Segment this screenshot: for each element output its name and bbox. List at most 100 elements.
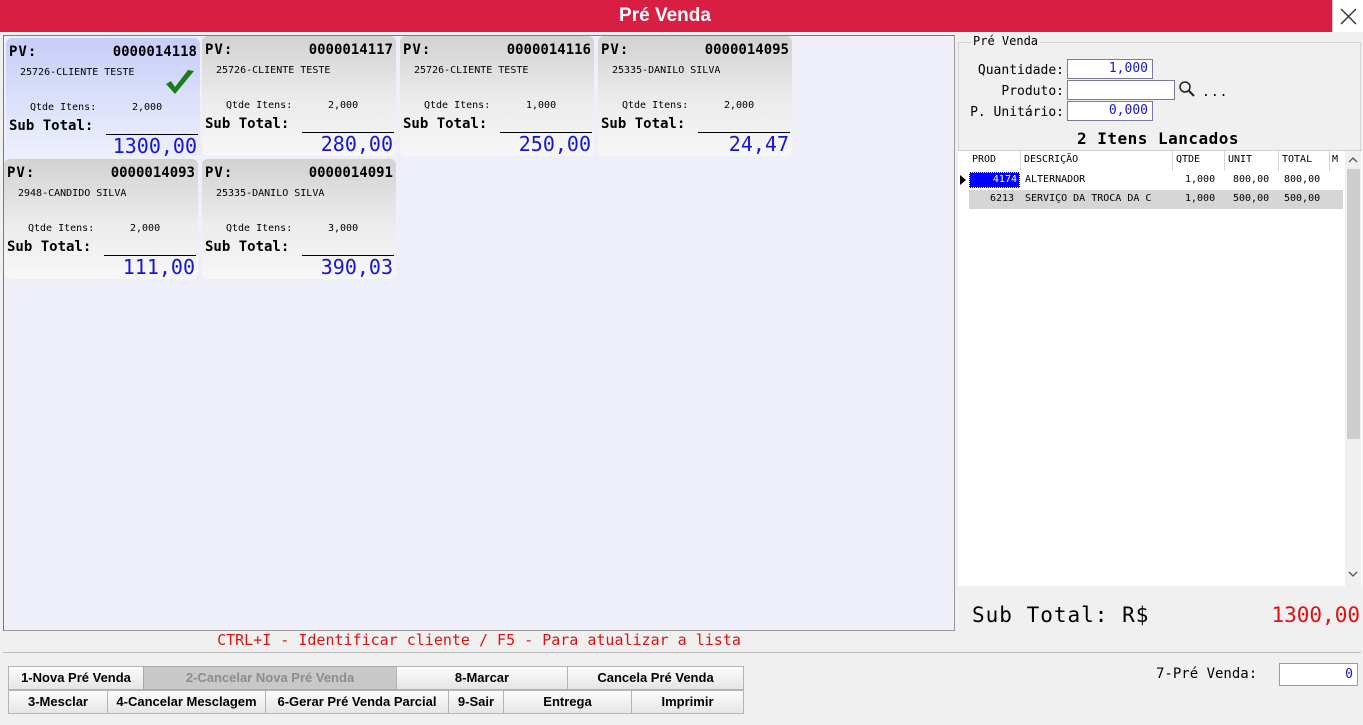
mesclar-button[interactable]: 3-Mesclar xyxy=(8,690,108,714)
pv-number: 0000014095 xyxy=(704,42,789,58)
cancela-pre-venda-button[interactable]: Cancela Pré Venda xyxy=(567,666,744,690)
sub-total-value: 1300,00 xyxy=(1271,603,1360,627)
unitario-label: P. Unitário: xyxy=(970,105,1064,120)
column-header-total[interactable]: TOTAL xyxy=(1282,154,1312,165)
imprimir-button[interactable]: Imprimir xyxy=(631,690,744,714)
qtde-value: 2,000 xyxy=(132,102,163,113)
items-grid[interactable]: PROD DESCRIÇÃO QTDE UNIT TOTAL M 4174 AL… xyxy=(958,150,1362,587)
pre-venda-card[interactable]: PV: 0000014117 25726-CLIENTE TESTE Qtde … xyxy=(202,36,396,156)
subtotal-value: 24,47 xyxy=(728,132,789,156)
subtotal-label: Sub Total: xyxy=(205,239,290,255)
table-row[interactable]: 4174 ALTERNADOR 1,000 800,00 800,00 xyxy=(958,171,1343,190)
qtde-value: 2,000 xyxy=(328,100,359,111)
prod-cell[interactable]: 4174 xyxy=(969,172,1020,188)
client-name: 25726-CLIENTE TESTE xyxy=(414,65,529,76)
subtotal-label: Sub Total: xyxy=(205,116,290,132)
more-options-button[interactable]: ... xyxy=(1202,85,1228,100)
qtde-cell: 1,000 xyxy=(1185,193,1216,204)
column-header-qtde[interactable]: QTDE xyxy=(1176,154,1200,165)
items-count: 2 Itens Lancados xyxy=(1076,129,1240,148)
subtotal-label: Sub Total: xyxy=(9,118,94,134)
group-title: Pré Venda xyxy=(971,34,1041,48)
pv-label: PV: xyxy=(7,165,36,181)
marcar-button[interactable]: 8-Marcar xyxy=(396,666,568,690)
sub-total-label: Sub Total: R$ xyxy=(972,603,1150,627)
window-title: Pré Venda xyxy=(619,5,711,26)
pv-number: 0000014117 xyxy=(308,42,393,58)
produto-label: Produto: xyxy=(1001,84,1064,99)
subtotal-label: Sub Total: xyxy=(7,239,92,255)
entrega-button[interactable]: Entrega xyxy=(503,690,632,714)
total-cell: 800,00 xyxy=(1284,174,1321,185)
subtotal-value: 250,00 xyxy=(518,132,591,156)
unit-cell: 800,00 xyxy=(1233,174,1270,185)
subtotal-value: 390,03 xyxy=(320,255,393,279)
gerar-pre-venda-parcial-button[interactable]: 6-Gerar Pré Venda Parcial xyxy=(265,690,449,714)
search-icon[interactable] xyxy=(1178,80,1196,98)
cancelar-mesclagem-button[interactable]: 4-Cancelar Mesclagem xyxy=(107,690,266,714)
action-bar: 1-Nova Pré Venda 2-Cancelar Nova Pré Ven… xyxy=(3,652,1361,722)
pv-number: 0000014091 xyxy=(308,165,393,181)
column-header-unit[interactable]: UNIT xyxy=(1228,154,1252,165)
subtotal-value: 280,00 xyxy=(320,132,393,156)
quantidade-input[interactable]: 1,000 xyxy=(1067,59,1153,79)
pre-venda-card[interactable]: PV: 0000014118 25726-CLIENTE TESTE Qtde … xyxy=(6,38,200,158)
pv-label: PV: xyxy=(205,165,234,181)
subtotal-label: Sub Total: xyxy=(403,116,488,132)
qtde-label: Qtde Itens: xyxy=(226,223,293,234)
grid-scrollbar[interactable] xyxy=(1345,151,1361,587)
quantidade-label: Quantidade: xyxy=(977,63,1064,78)
table-row[interactable]: 6213 SERVIÇO DA TROCA DA C 1,000 500,00 … xyxy=(969,190,1343,209)
pre-venda-number-input[interactable]: 0 xyxy=(1279,663,1358,686)
qtde-value: 3,000 xyxy=(328,223,359,234)
close-icon xyxy=(1340,8,1357,25)
client-name: 25726-CLIENTE TESTE xyxy=(216,65,331,76)
pv-number: 0000014116 xyxy=(506,42,591,58)
column-divider xyxy=(1172,151,1173,171)
pre-venda-card[interactable]: PV: 0000014095 25335-DANILO SILVA Qtde I… xyxy=(598,36,792,156)
row-indicator-icon xyxy=(960,175,966,185)
pv-number: 0000014093 xyxy=(110,165,195,181)
subtotal-label: Sub Total: xyxy=(601,116,686,132)
pv-number: 0000014118 xyxy=(112,44,197,60)
qtde-cell: 1,000 xyxy=(1185,174,1216,185)
pre-venda-card[interactable]: PV: 0000014091 25335-DANILO SILVA Qtde I… xyxy=(202,159,396,279)
column-divider xyxy=(1278,151,1279,171)
nova-pre-venda-button[interactable]: 1-Nova Pré Venda xyxy=(8,666,144,690)
produto-input[interactable] xyxy=(1067,80,1175,100)
qtde-value: 2,000 xyxy=(130,223,161,234)
scroll-up-icon[interactable] xyxy=(1345,153,1361,167)
pre-venda-window: Pré Venda PV: 0000014118 25726-CLIENTE T… xyxy=(0,0,1363,725)
pre-venda-detail: Pré Venda Quantidade: 1,000 Produto: ...… xyxy=(958,33,1363,649)
qtde-label: Qtde Itens: xyxy=(226,100,293,111)
unit-cell: 500,00 xyxy=(1233,193,1270,204)
check-icon xyxy=(166,70,194,94)
scrollbar-thumb[interactable] xyxy=(1347,169,1360,439)
pv-label: PV: xyxy=(205,42,234,58)
close-button[interactable] xyxy=(1332,0,1363,32)
sair-button[interactable]: 9-Sair xyxy=(448,690,504,714)
pre-venda-number-label: 7-Pré Venda: xyxy=(1156,666,1258,682)
descricao-cell: ALTERNADOR xyxy=(1025,174,1086,185)
qtde-label: Qtde Itens: xyxy=(30,102,97,113)
qtde-label: Qtde Itens: xyxy=(28,223,95,234)
title-bar: Pré Venda xyxy=(0,0,1363,32)
client-name: 25335-DANILO SILVA xyxy=(612,65,721,76)
pv-label: PV: xyxy=(601,42,630,58)
cancelar-nova-pre-venda-button[interactable]: 2-Cancelar Nova Pré Venda xyxy=(143,666,397,690)
column-header-prod[interactable]: PROD xyxy=(972,154,996,165)
qtde-value: 2,000 xyxy=(724,100,755,111)
column-header-descricao[interactable]: DESCRIÇÃO xyxy=(1024,154,1078,165)
subtotal-value: 1300,00 xyxy=(112,134,197,158)
column-divider xyxy=(1224,151,1225,171)
client-name: 25335-DANILO SILVA xyxy=(216,188,325,199)
qtde-value: 1,000 xyxy=(526,100,557,111)
pre-venda-card[interactable]: PV: 0000014093 2948-CANDIDO SILVA Qtde I… xyxy=(4,159,198,279)
column-header-m[interactable]: M xyxy=(1332,154,1338,165)
scroll-down-icon[interactable] xyxy=(1345,567,1361,581)
descricao-cell: SERVIÇO DA TROCA DA C xyxy=(1025,193,1152,204)
column-divider xyxy=(1329,151,1330,171)
pre-venda-card[interactable]: PV: 0000014116 25726-CLIENTE TESTE Qtde … xyxy=(400,36,594,156)
unitario-input[interactable]: 0,000 xyxy=(1067,101,1153,121)
qtde-label: Qtde Itens: xyxy=(622,100,689,111)
